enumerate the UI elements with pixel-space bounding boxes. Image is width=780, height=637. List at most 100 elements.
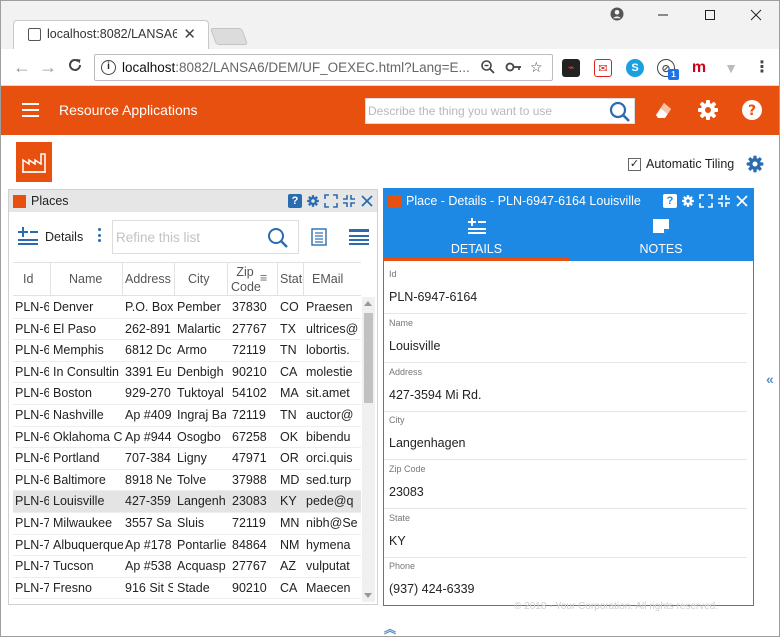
cell-state: TX bbox=[280, 321, 296, 336]
column-header-city[interactable]: City bbox=[175, 263, 228, 296]
skype-extension-icon[interactable]: S bbox=[626, 59, 644, 77]
field-value[interactable]: 23083 bbox=[389, 485, 739, 499]
table-row[interactable]: PLN-6 Oklahoma C Ap #944 Osogbo 67258 OK biben… bbox=[13, 427, 361, 449]
address-bar[interactable]: i localhost:8082/LANSA6/DEM/UF_OEXEC.htm… bbox=[94, 54, 553, 81]
refine-list-box[interactable] bbox=[112, 220, 299, 254]
cell-id: PLN-6 bbox=[15, 472, 49, 487]
table-row[interactable]: PLN-6 Louisville 427-359 Langenh 23083 KY pede… bbox=[13, 491, 361, 513]
places-grid-scrollbar[interactable] bbox=[362, 297, 375, 602]
browser-tab-strip: localhost:8082/LANSA6/ ✕ bbox=[1, 1, 779, 49]
table-row[interactable]: PLN-7 Fresno 916 Sit S Stade 90210 CA Maecen bbox=[13, 578, 361, 600]
field-name: Name Louisville bbox=[384, 318, 747, 363]
field-value[interactable]: KY bbox=[389, 534, 739, 548]
tiling-settings-gear-icon[interactable] bbox=[745, 154, 765, 174]
cell-name: Boston bbox=[53, 386, 92, 401]
eraser-icon[interactable] bbox=[652, 98, 676, 122]
settings-gear-icon[interactable] bbox=[696, 98, 720, 122]
profile-icon[interactable] bbox=[602, 5, 632, 27]
details-settings-icon[interactable] bbox=[681, 194, 695, 208]
field-value[interactable]: PLN-6947-6164 bbox=[389, 290, 739, 304]
m-extension-icon[interactable]: m bbox=[690, 59, 708, 77]
table-row[interactable]: PLN-6 Memphis 6812 Dc Armo 72119 TN lobortis. bbox=[13, 340, 361, 362]
column-header-email[interactable]: EMail bbox=[304, 263, 361, 296]
scrollbar-thumb[interactable] bbox=[364, 313, 373, 403]
star-icon[interactable]: ☆ bbox=[530, 59, 543, 76]
details-collapse-icon[interactable] bbox=[717, 194, 731, 208]
mail-extension-icon[interactable]: ✉ bbox=[594, 59, 612, 77]
close-tab-icon[interactable]: ✕ bbox=[183, 25, 196, 43]
pdf-extension-icon[interactable]: ⌁ bbox=[562, 59, 580, 77]
table-row[interactable]: PLN-7 Tucson Ap #538 Acquasp 27767 AZ vulputat bbox=[13, 556, 361, 578]
site-info-icon[interactable]: i bbox=[101, 60, 116, 75]
table-row[interactable]: PLN-6 Boston 929-270 Tuktoyal 54102 MA sit.ame… bbox=[13, 383, 361, 405]
details-close-icon[interactable] bbox=[735, 194, 749, 208]
cell-zip-code: 72119 bbox=[232, 343, 266, 358]
column-header-id[interactable]: Id bbox=[13, 263, 51, 296]
field-label: City bbox=[389, 415, 405, 425]
table-view-icon[interactable] bbox=[349, 229, 369, 248]
places-settings-icon[interactable] bbox=[306, 194, 320, 208]
table-row[interactable]: PLN-6 In Consultin 3391 Eu Denbigh 90210 CA mo… bbox=[13, 362, 361, 384]
column-header-state[interactable]: State bbox=[278, 263, 304, 296]
app-search-input[interactable] bbox=[368, 102, 604, 120]
table-row[interactable]: PLN-6 El Paso 262-891 Malartic 27767 TX ultric… bbox=[13, 319, 361, 341]
expand-side-panel-icon[interactable]: « bbox=[766, 371, 774, 387]
tab-details[interactable]: DETAILS bbox=[384, 215, 569, 261]
field-value[interactable]: Langenhagen bbox=[389, 436, 739, 450]
chrome-menu-icon[interactable]: ⋮ bbox=[753, 59, 771, 77]
scroll-up-icon[interactable] bbox=[364, 301, 372, 306]
places-expand-icon[interactable] bbox=[324, 194, 338, 208]
expand-bottom-panel-icon[interactable]: ︽ bbox=[384, 620, 396, 636]
minimize-icon[interactable] bbox=[648, 5, 678, 27]
field-id: Id PLN-6947-6164 bbox=[384, 269, 747, 314]
list-view-icon[interactable] bbox=[311, 228, 327, 249]
automatic-tiling-checkbox[interactable]: ✓ bbox=[628, 158, 641, 171]
reload-icon[interactable] bbox=[65, 57, 85, 77]
table-row[interactable]: PLN-6 Nashville Ap #409 Ingraj Ba 72119 TN auc… bbox=[13, 405, 361, 427]
browser-tab[interactable]: localhost:8082/LANSA6/ ✕ bbox=[13, 20, 209, 49]
table-row[interactable]: PLN-6 Denver P.O. Box Pember 37830 CO Praesen bbox=[13, 297, 361, 319]
forward-icon[interactable]: → bbox=[38, 57, 58, 77]
table-row[interactable]: PLN-7 Albuquerque Ap #178 Pontarlie 84864 NM h… bbox=[13, 535, 361, 557]
factory-app-icon[interactable] bbox=[16, 142, 52, 182]
column-header-zip[interactable]: Zip Code ≡ bbox=[228, 263, 278, 296]
column-menu-icon[interactable]: ≡ bbox=[260, 271, 267, 286]
table-row[interactable]: PLN-7 Milwaukee 3557 Sa Sluis 72119 MN nibh@Se bbox=[13, 513, 361, 535]
url-text[interactable]: localhost:8082/LANSA6/DEM/UF_OEXEC.html?… bbox=[122, 60, 477, 75]
places-more-icon[interactable] bbox=[98, 228, 102, 244]
field-phone: Phone (937) 424-6339 bbox=[389, 561, 739, 596]
search-icon[interactable] bbox=[609, 101, 631, 126]
zoom-icon[interactable] bbox=[480, 59, 496, 78]
column-header-name[interactable]: Name bbox=[51, 263, 123, 296]
key-icon[interactable] bbox=[505, 59, 523, 78]
details-expand-icon[interactable] bbox=[699, 194, 713, 208]
cell-email: molestie bbox=[306, 364, 353, 379]
filter-extension-icon[interactable]: ▼ bbox=[722, 59, 740, 77]
scroll-down-icon[interactable] bbox=[364, 593, 372, 598]
details-help-icon[interactable]: ? bbox=[663, 194, 677, 208]
cell-id: PLN-6 bbox=[15, 494, 49, 509]
refine-list-input[interactable] bbox=[116, 230, 264, 245]
column-header-address[interactable]: Address bbox=[123, 263, 175, 296]
new-tab-button[interactable] bbox=[209, 28, 249, 45]
help-icon[interactable]: ? bbox=[740, 98, 764, 122]
cell-id: PLN-6 bbox=[15, 429, 49, 444]
refine-search-icon[interactable] bbox=[267, 227, 289, 252]
cell-address: Ap #538 bbox=[125, 559, 172, 574]
table-row[interactable]: PLN-6 Portland 707-384 Ligny 47971 OR orci.qui… bbox=[13, 448, 361, 470]
field-value[interactable]: (937) 424-6339 bbox=[389, 582, 739, 596]
maximize-icon[interactable] bbox=[695, 5, 725, 27]
table-row[interactable]: PLN-6 Baltimore 8918 Ne Tolve 37988 MD sed.tur… bbox=[13, 470, 361, 492]
tab-notes[interactable]: NOTES bbox=[569, 215, 753, 261]
field-value[interactable]: 427-3594 Mi Rd. bbox=[389, 388, 739, 402]
places-help-icon[interactable]: ? bbox=[288, 194, 302, 208]
back-icon[interactable]: ← bbox=[12, 57, 32, 77]
places-collapse-icon[interactable] bbox=[342, 194, 356, 208]
cell-state: OK bbox=[280, 429, 299, 444]
cell-email: vulputat bbox=[306, 559, 350, 574]
close-window-icon[interactable] bbox=[741, 5, 771, 27]
field-value[interactable]: Louisville bbox=[389, 339, 739, 353]
places-close-icon[interactable] bbox=[360, 194, 374, 208]
app-search-box[interactable] bbox=[365, 98, 635, 124]
hamburger-menu-icon[interactable] bbox=[22, 103, 39, 117]
